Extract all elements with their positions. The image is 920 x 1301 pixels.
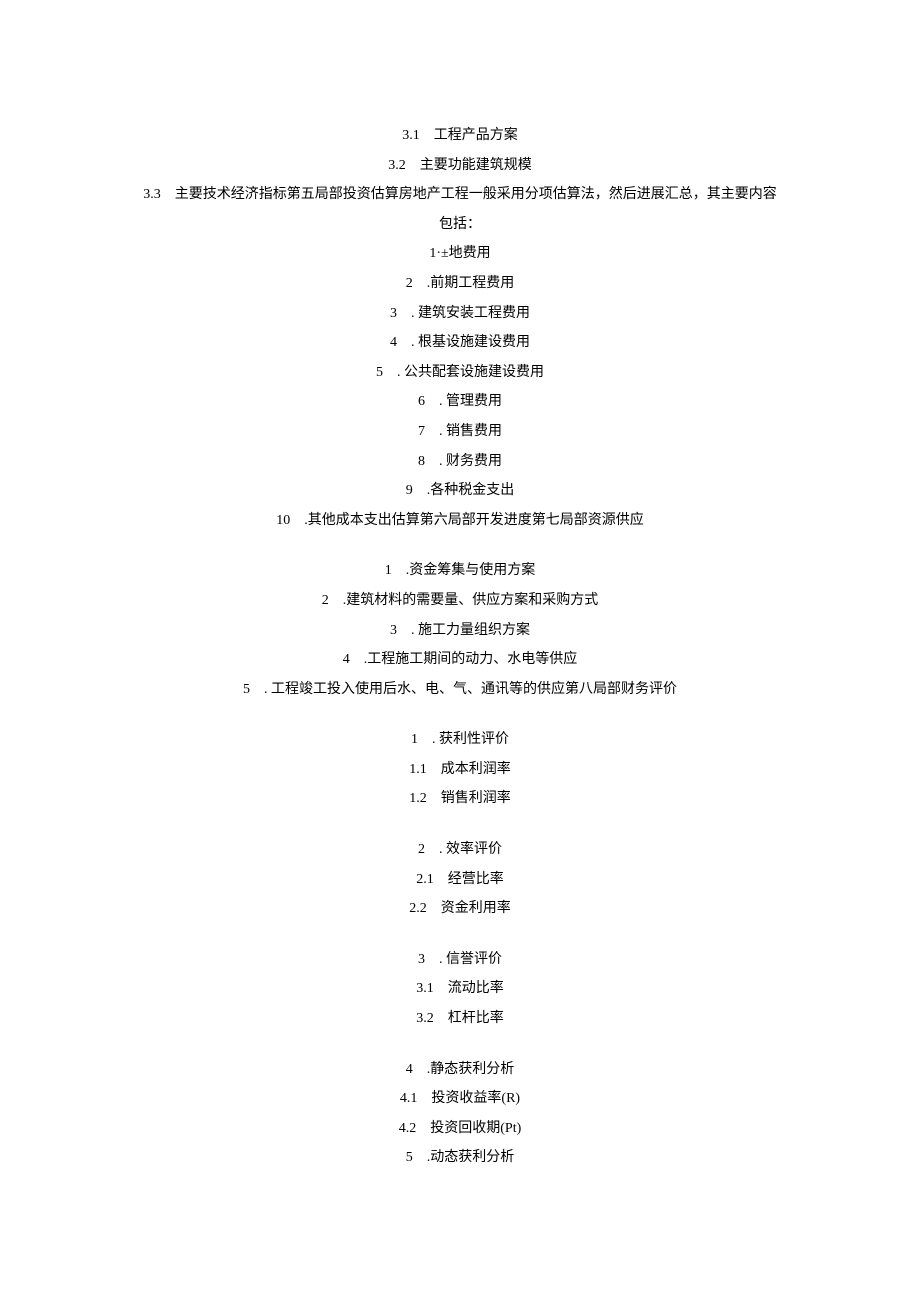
text-line: 8 . 财务费用 xyxy=(60,449,860,476)
text-line: 3.2 杠杆比率 xyxy=(60,1006,860,1033)
text-line: 5 .动态获利分析 xyxy=(60,1145,860,1172)
blank-line xyxy=(60,926,860,944)
text-line: 3 . 建筑安装工程费用 xyxy=(60,301,860,328)
blank-line xyxy=(60,816,860,834)
text-line: 3.1 流动比率 xyxy=(60,976,860,1003)
text-line: 9 .各种税金支出 xyxy=(60,478,860,505)
text-line: 4.1 投资收益率(R) xyxy=(60,1086,860,1113)
text-line: 4 .静态获利分析 xyxy=(60,1057,860,1084)
text-line: 包括： xyxy=(60,212,860,239)
text-line: 7 . 销售费用 xyxy=(60,419,860,446)
text-line: 2.1 经营比率 xyxy=(60,867,860,894)
document-body: 3.1 工程产品方案 3.2 主要功能建筑规模 3.3 主要技术经济指标第五局部… xyxy=(60,123,860,1172)
text-line: 10 .其他成本支出估算第六局部开发进度第七局部资源供应 xyxy=(60,508,860,535)
text-line: 3.3 主要技术经济指标第五局部投资估算房地产工程一般采用分项估算法，然后进展汇… xyxy=(60,182,860,209)
text-line: 5 . 工程竣工投入使用后水、电、气、通讯等的供应第八局部财务评价 xyxy=(60,677,860,704)
blank-line xyxy=(60,537,860,555)
text-line: 2.2 资金利用率 xyxy=(60,896,860,923)
text-line: 4 . 根基设施建设费用 xyxy=(60,330,860,357)
text-line: 3.1 工程产品方案 xyxy=(60,123,860,150)
text-line: 2 .前期工程费用 xyxy=(60,271,860,298)
text-line: 1.2 销售利润率 xyxy=(60,786,860,813)
text-line: 6 . 管理费用 xyxy=(60,389,860,416)
text-line: 1 .资金筹集与使用方案 xyxy=(60,558,860,585)
text-line: 1·±地费用 xyxy=(60,241,860,268)
text-line: 1 . 获利性评价 xyxy=(60,727,860,754)
text-line: 1.1 成本利润率 xyxy=(60,757,860,784)
text-line: 3 . 信誉评价 xyxy=(60,947,860,974)
blank-line xyxy=(60,706,860,724)
text-line: 4 .工程施工期间的动力、水电等供应 xyxy=(60,647,860,674)
text-line: 2 .建筑材料的需要量、供应方案和采购方式 xyxy=(60,588,860,615)
text-line: 2 . 效率评价 xyxy=(60,837,860,864)
text-line: 5 . 公共配套设施建设费用 xyxy=(60,360,860,387)
text-line: 3 . 施工力量组织方案 xyxy=(60,618,860,645)
text-line: 3.2 主要功能建筑规模 xyxy=(60,153,860,180)
blank-line xyxy=(60,1036,860,1054)
text-line: 4.2 投资回收期(Pt) xyxy=(60,1116,860,1143)
